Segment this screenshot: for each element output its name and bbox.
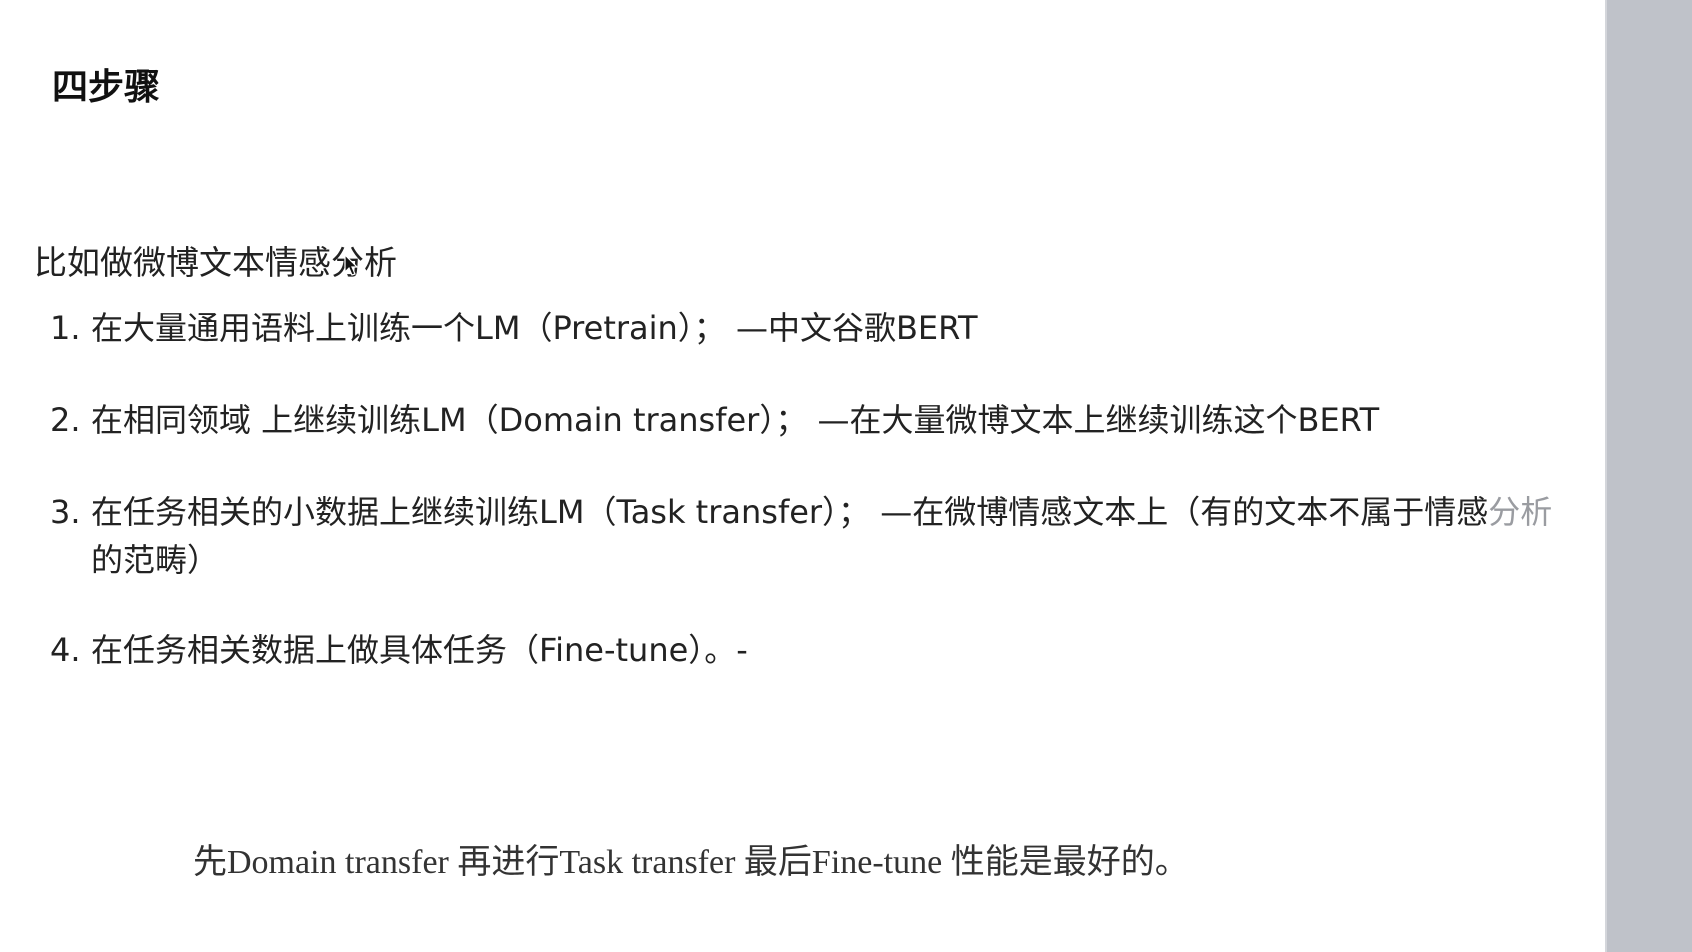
document-page: 四步骤 比如做微博文本情感分析 1. 在大量通用语料上训练一个LM（Pretra…	[0, 0, 1605, 952]
step-number: 4.	[50, 631, 81, 669]
step-number: 2.	[50, 401, 81, 439]
mouse-pointer-icon	[344, 254, 358, 276]
step-text: 在任务相关数据上做具体任务（Fine-tune）。-	[91, 631, 748, 669]
page-title: 四步骤	[52, 67, 161, 108]
intro-text: 比如做微博文本情感分析	[34, 243, 397, 282]
step-text-continuation: 的范畴）	[91, 541, 220, 579]
right-gutter	[1605, 0, 1692, 952]
steps-list: 1. 在大量通用语料上训练一个LM（Pretrain）； —中文谷歌BERT 2…	[0, 304, 1692, 674]
step-text-overflow: 分析	[1488, 493, 1553, 531]
list-item: 1. 在大量通用语料上训练一个LM（Pretrain）； —中文谷歌BERT	[0, 304, 1692, 352]
list-item: 3. 在任务相关的小数据上继续训练LM（Task transfer）； —在微博…	[0, 488, 1692, 584]
list-item: 4. 在任务相关数据上做具体任务（Fine-tune）。-	[0, 626, 1692, 674]
step-text-main: 在任务相关的小数据上继续训练LM（Task transfer）； —在微博情感文…	[91, 493, 1489, 531]
step-number: 3.	[50, 493, 81, 531]
step-number: 1.	[50, 309, 81, 347]
step-text: 在大量通用语料上训练一个LM（Pretrain）； —中文谷歌BERT	[91, 309, 978, 347]
list-item: 2. 在相同领域 上继续训练LM（Domain transfer）； —在大量微…	[0, 396, 1692, 444]
subtitle-caption: 先Domain transfer 再进行Task transfer 最后Fine…	[193, 844, 1189, 881]
step-text-line: 在任务相关的小数据上继续训练LM（Task transfer）； —在微博情感文…	[91, 488, 1692, 536]
step-text: 在相同领域 上继续训练LM（Domain transfer）； —在大量微博文本…	[91, 401, 1380, 439]
